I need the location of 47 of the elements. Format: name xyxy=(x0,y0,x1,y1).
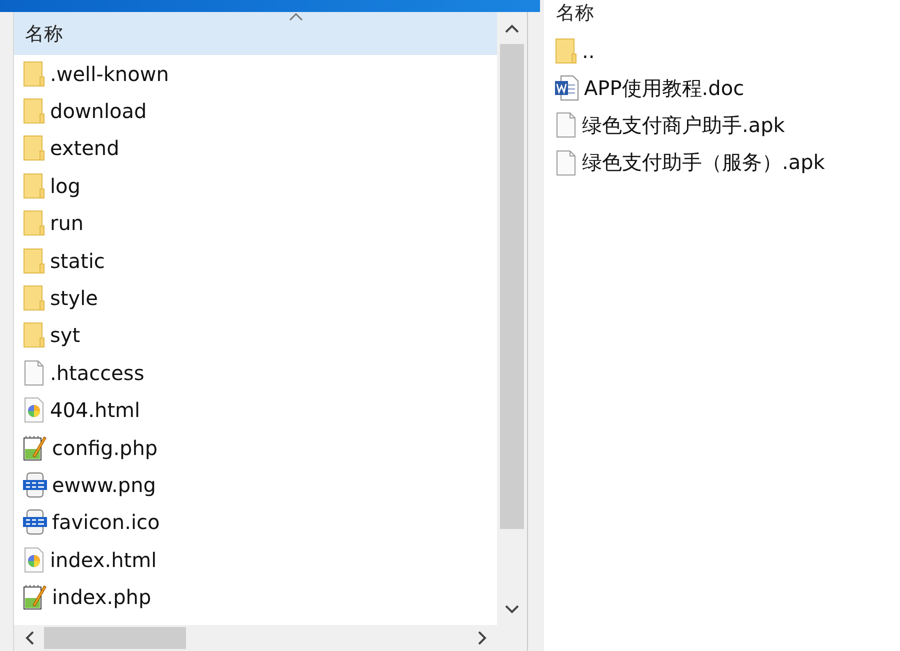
folder-icon xyxy=(22,60,46,87)
file-name[interactable]: 404.html xyxy=(50,398,140,422)
file-name[interactable]: ewww.png xyxy=(52,472,156,497)
image-file-icon xyxy=(22,470,48,499)
scroll-left-icon[interactable] xyxy=(24,631,34,645)
file-name[interactable]: static xyxy=(50,248,105,273)
name-column-header[interactable]: 名称 xyxy=(544,0,900,26)
folder-icon xyxy=(22,322,46,348)
file-name[interactable]: run xyxy=(50,211,84,236)
file-icon xyxy=(554,150,578,176)
file-name[interactable]: index.php xyxy=(52,585,152,610)
file-name[interactable]: style xyxy=(50,286,98,310)
folder-icon xyxy=(22,135,46,162)
file-name[interactable]: syt xyxy=(50,323,80,348)
file-icon xyxy=(22,360,46,386)
scroll-down-icon[interactable] xyxy=(505,604,519,614)
file-name[interactable]: APP使用教程.doc xyxy=(584,74,744,102)
image-file-icon xyxy=(22,508,48,536)
file-name[interactable]: .. xyxy=(582,38,595,63)
file-name[interactable]: 绿色支付助手（服务）.apk xyxy=(582,149,825,176)
file-name[interactable]: index.html xyxy=(50,548,157,572)
file-name[interactable]: favicon.ico xyxy=(52,510,160,534)
file-name[interactable]: extend xyxy=(50,136,120,160)
folder-icon xyxy=(22,210,46,236)
file-name[interactable]: .well-known xyxy=(50,62,169,86)
folder-icon xyxy=(22,172,46,199)
file-name[interactable]: .htaccess xyxy=(50,360,144,385)
scroll-thumb[interactable] xyxy=(44,627,186,649)
file-name[interactable]: log xyxy=(50,174,80,198)
file-icon xyxy=(554,112,578,138)
html-file-icon xyxy=(22,546,46,573)
scroll-up-icon[interactable] xyxy=(505,24,519,32)
html-file-icon xyxy=(22,397,46,424)
folder-icon xyxy=(22,248,46,274)
word-document-icon xyxy=(554,74,580,102)
file-name[interactable]: download xyxy=(50,99,147,124)
scroll-right-icon[interactable] xyxy=(478,631,486,645)
sort-caret-icon xyxy=(289,12,303,21)
folder-icon xyxy=(22,98,46,124)
folder-icon xyxy=(554,38,578,64)
folder-icon xyxy=(22,285,46,312)
scroll-thumb[interactable] xyxy=(500,44,524,529)
name-column-header[interactable]: 名称 xyxy=(14,12,497,55)
file-name[interactable]: 绿色支付商户助手.apk xyxy=(582,112,785,139)
notepad-icon xyxy=(22,434,48,462)
file-name[interactable]: config.php xyxy=(52,436,158,460)
notepad-icon xyxy=(22,583,48,612)
